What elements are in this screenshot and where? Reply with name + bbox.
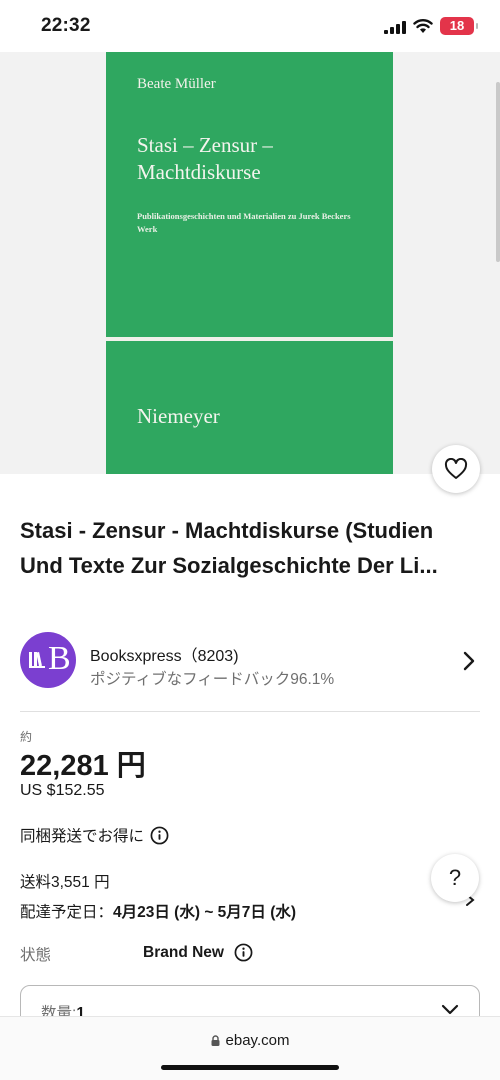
cover-publisher: Niemeyer bbox=[137, 404, 220, 428]
seller-name: Booksxpress（8203) bbox=[90, 648, 239, 665]
price-amount: 22,281 円 bbox=[20, 750, 146, 782]
lock-icon bbox=[211, 1035, 220, 1046]
cover-title: Stasi – Zensur – Machtdiskurse bbox=[137, 133, 273, 184]
seller-card[interactable]: B Booksxpress（8203) ポジティブなフィードバック96.1% bbox=[20, 632, 480, 694]
condition-value: Brand New bbox=[143, 943, 253, 962]
cover-subtitle: Publikationsgeschichten und Materialien … bbox=[137, 211, 351, 234]
image-scrollbar bbox=[496, 82, 500, 262]
seller-feedback: ポジティブなフィードバック96.1% bbox=[90, 671, 335, 688]
help-button[interactable]: ? bbox=[431, 854, 479, 902]
product-image-gallery[interactable]: Beate Müller Stasi – Zensur – Machtdisku… bbox=[0, 52, 500, 474]
status-time: 22:32 bbox=[41, 15, 91, 36]
signal-icon bbox=[384, 21, 406, 34]
product-image[interactable]: Beate Müller Stasi – Zensur – Machtdisku… bbox=[106, 52, 393, 474]
info-icon[interactable] bbox=[150, 826, 169, 845]
price-usd: US $152.55 bbox=[20, 782, 105, 799]
seller-avatar: B bbox=[20, 632, 76, 688]
bundle-label: 同梱発送でお得に bbox=[20, 828, 145, 845]
wifi-icon bbox=[413, 19, 433, 33]
avatar-letter: B bbox=[48, 640, 71, 677]
browser-url-bar[interactable]: ebay.com bbox=[0, 1016, 500, 1080]
delivery-estimate: 配達予定日：4月23日 (水) ~ 5月7日 (水) bbox=[20, 900, 296, 922]
section-divider bbox=[20, 711, 480, 712]
info-icon[interactable] bbox=[234, 943, 253, 962]
delivery-range: 4月23日 (水) ~ 5月7日 (水) bbox=[113, 904, 297, 921]
chevron-right-icon bbox=[463, 651, 475, 671]
chevron-down-icon bbox=[441, 1004, 459, 1015]
home-indicator[interactable] bbox=[161, 1065, 339, 1070]
listing-title: Stasi - Zensur - Machtdiskurse (Studien … bbox=[20, 518, 438, 578]
cover-author: Beate Müller bbox=[137, 76, 216, 92]
heart-icon bbox=[444, 458, 468, 479]
battery-icon: 18 bbox=[440, 17, 478, 35]
status-bar: 22:32 18 bbox=[0, 0, 500, 52]
condition-text: Brand New bbox=[143, 943, 224, 961]
watch-button[interactable] bbox=[432, 445, 480, 493]
bundle-offer[interactable]: 同梱発送でお得に bbox=[20, 824, 169, 846]
shipping-cost: 送料3,551 円 bbox=[20, 874, 110, 891]
books-icon bbox=[29, 651, 45, 668]
delivery-label: 配達予定日： bbox=[20, 904, 114, 921]
condition-label: 状態 bbox=[20, 947, 52, 964]
url-domain: ebay.com bbox=[225, 1032, 290, 1049]
url-display[interactable]: ebay.com bbox=[0, 1032, 500, 1049]
cover-divider bbox=[106, 337, 393, 341]
